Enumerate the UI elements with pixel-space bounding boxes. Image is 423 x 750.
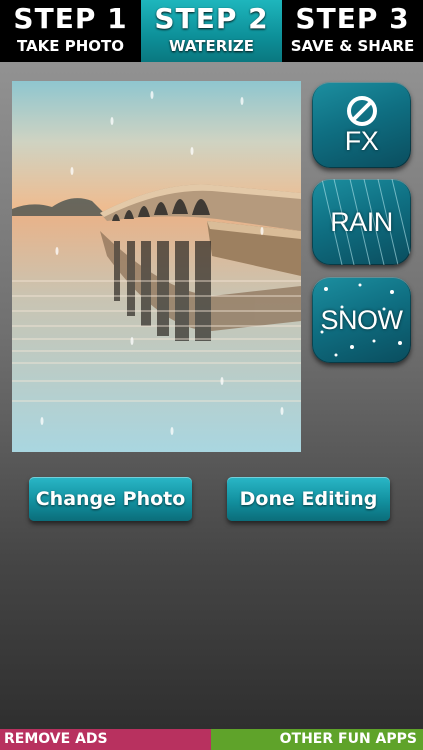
step-1-tab[interactable]: STEP 1 TAKE PHOTO [0, 0, 141, 62]
snow-button[interactable]: SNOW [312, 277, 411, 363]
snow-label: SNOW [320, 304, 404, 335]
fx-button[interactable]: FX [312, 82, 411, 168]
step-3-tab[interactable]: STEP 3 SAVE & SHARE [282, 0, 423, 62]
other-fun-apps-button[interactable]: OTHER FUN APPS [211, 729, 423, 750]
rain-button[interactable]: RAIN [312, 179, 411, 265]
step-2-label: WATERIZE [168, 37, 255, 55]
step-1-number: STEP 1 [13, 2, 128, 35]
bridge-photo [12, 81, 301, 452]
step-3-label: SAVE & SHARE [290, 37, 415, 55]
no-effect-icon [346, 95, 377, 126]
step-2-number: STEP 2 [154, 2, 269, 35]
done-editing-button[interactable]: Done Editing [227, 477, 390, 521]
rain-label: RAIN [330, 206, 393, 237]
remove-ads-button[interactable]: REMOVE ADS [0, 729, 211, 750]
footer-bar: REMOVE ADS OTHER FUN APPS [0, 729, 423, 750]
step-2-tab[interactable]: STEP 2 WATERIZE [141, 0, 282, 62]
step-3-number: STEP 3 [295, 2, 410, 35]
photo-preview [12, 81, 301, 452]
fx-label: FX [344, 125, 379, 156]
step-header: STEP 1 TAKE PHOTO STEP 2 WATERIZE STEP 3… [0, 0, 423, 62]
step-1-label: TAKE PHOTO [16, 37, 125, 55]
change-photo-button[interactable]: Change Photo [29, 477, 192, 521]
